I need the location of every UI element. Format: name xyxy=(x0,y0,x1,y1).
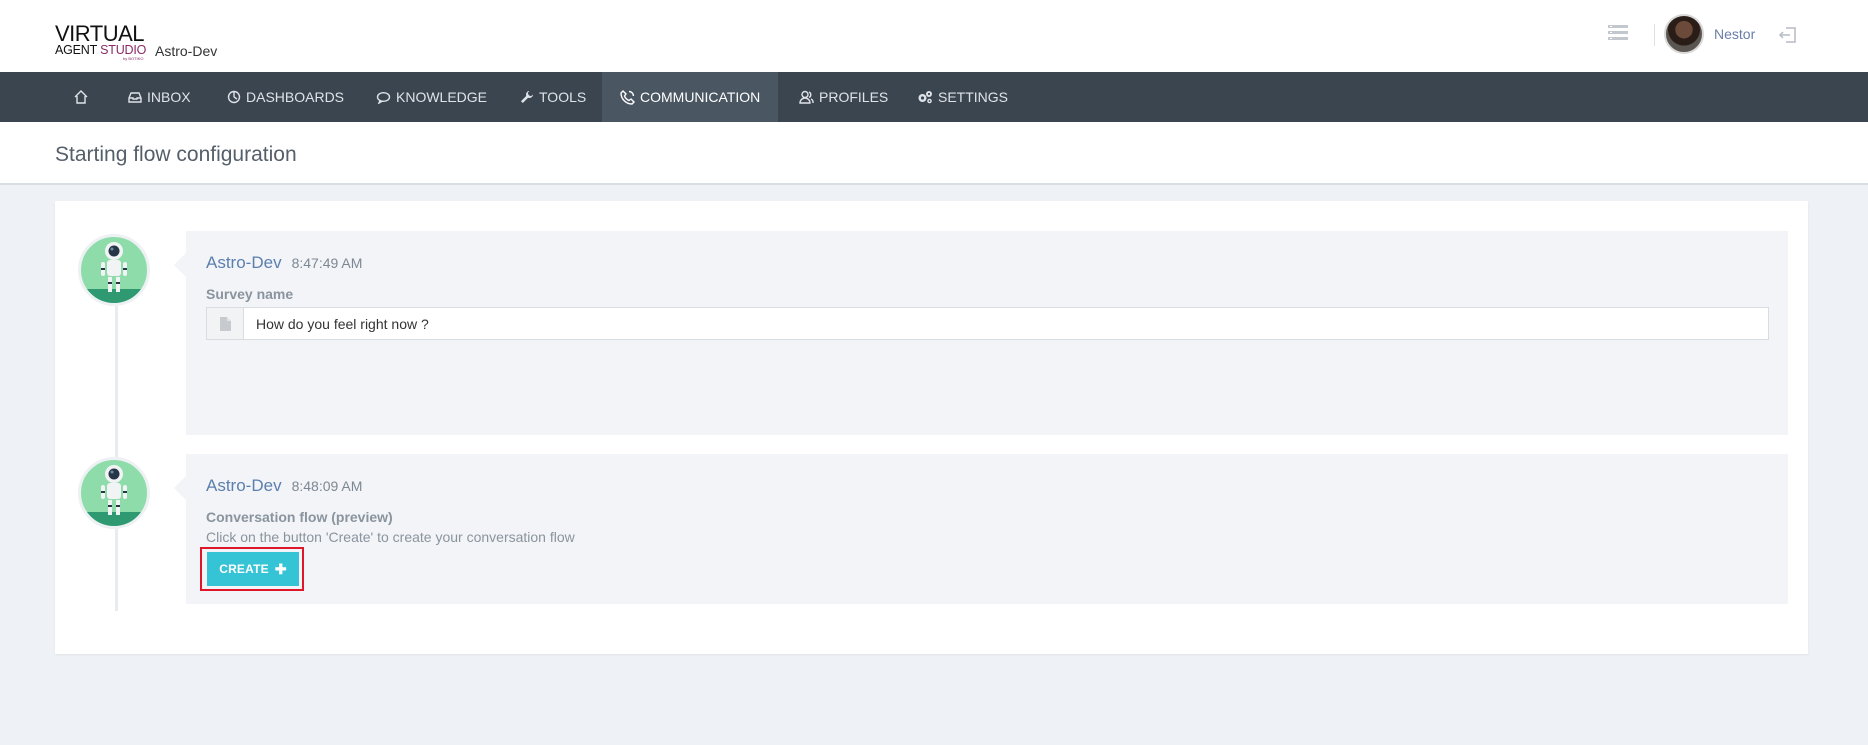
file-icon xyxy=(220,316,231,331)
conversation-flow-hint: Click on the button 'Create' to create y… xyxy=(206,529,575,545)
nav-home[interactable] xyxy=(55,72,112,122)
input-addon xyxy=(207,308,244,339)
chat-icon xyxy=(376,91,391,104)
logo-byline: by BOTIKO xyxy=(123,56,144,61)
user-area: Nestor xyxy=(1608,14,1868,54)
message-author: Astro-Dev xyxy=(206,476,282,495)
logo-line1: VIRTUAL xyxy=(55,21,145,46)
bot-avatar xyxy=(78,234,150,306)
bot-avatar xyxy=(78,457,150,529)
nav-knowledge-label: KNOWLEDGE xyxy=(396,89,488,105)
survey-name-input[interactable] xyxy=(244,308,1768,339)
inbox-icon xyxy=(128,92,142,103)
message-conversation-flow: Astro-Dev 8:48:09 AM Conversation flow (… xyxy=(174,454,1788,604)
users-icon xyxy=(799,90,814,104)
gears-icon xyxy=(918,91,932,104)
page-header: Starting flow configuration xyxy=(0,122,1868,185)
message-time: 8:47:49 AM xyxy=(291,255,363,271)
conversation-flow-label: Conversation flow (preview) xyxy=(206,509,393,525)
message-survey-name: Astro-Dev 8:47:49 AM Survey name xyxy=(174,231,1788,435)
nav-knowledge[interactable]: KNOWLEDGE xyxy=(358,72,505,122)
page-title: Starting flow configuration xyxy=(55,143,297,166)
survey-name-input-group xyxy=(206,307,1769,340)
create-button-highlight: CREATE ✚ xyxy=(200,547,304,591)
robot-icon xyxy=(81,242,147,303)
nav-settings[interactable]: SETTINGS xyxy=(899,72,1026,122)
plus-icon: ✚ xyxy=(274,560,287,577)
nav-tools[interactable]: TOOLS xyxy=(502,72,604,122)
create-button-label: CREATE xyxy=(219,562,269,576)
user-avatar[interactable] xyxy=(1664,14,1704,54)
list-menu-icon[interactable] xyxy=(1608,24,1628,42)
nav-communication[interactable]: COMMUNICATION xyxy=(602,72,779,122)
username[interactable]: Nestor xyxy=(1714,26,1755,42)
nav-communication-label: COMMUNICATION xyxy=(640,89,761,105)
home-icon xyxy=(74,90,88,104)
timeline-line xyxy=(115,271,118,611)
logo-agent: AGENT xyxy=(55,43,97,57)
tenant-name: Astro-Dev xyxy=(155,43,218,59)
main-nav: INBOX DASHBOARDS KNOWLEDGE TOOLS COMMUNI… xyxy=(0,72,1868,122)
phone-icon xyxy=(620,89,635,105)
nav-settings-label: SETTINGS xyxy=(938,89,1009,105)
header-divider xyxy=(1654,24,1655,46)
dashboard-icon xyxy=(227,90,241,104)
logo-line2: AGENT STUDIO xyxy=(55,43,155,57)
message-author: Astro-Dev xyxy=(206,253,282,272)
nav-profiles-label: PROFILES xyxy=(819,89,889,105)
nav-profiles[interactable]: PROFILES xyxy=(781,72,906,122)
top-header: VIRTUAL AGENT STUDIO by BOTIKO Astro-Dev… xyxy=(0,0,1868,72)
wrench-icon xyxy=(521,91,533,103)
message-header: Astro-Dev 8:47:49 AM xyxy=(206,253,362,273)
nav-tools-label: TOOLS xyxy=(539,89,587,105)
survey-name-label: Survey name xyxy=(206,286,294,302)
flow-card: Astro-Dev 8:47:49 AM Survey name How do … xyxy=(55,201,1808,654)
logo-studio: STUDIO xyxy=(100,43,147,57)
nav-dashboards-label: DASHBOARDS xyxy=(246,89,345,105)
message-time: 8:48:09 AM xyxy=(291,478,363,494)
nav-inbox[interactable]: INBOX xyxy=(110,72,209,122)
nav-inbox-label: INBOX xyxy=(147,89,191,105)
logout-icon[interactable] xyxy=(1778,25,1798,45)
create-button[interactable]: CREATE ✚ xyxy=(207,552,299,586)
nav-dashboards[interactable]: DASHBOARDS xyxy=(209,72,362,122)
message-header: Astro-Dev 8:48:09 AM xyxy=(206,476,362,496)
robot-icon xyxy=(81,465,147,526)
brand-logo[interactable]: VIRTUAL AGENT STUDIO by BOTIKO xyxy=(55,21,155,62)
